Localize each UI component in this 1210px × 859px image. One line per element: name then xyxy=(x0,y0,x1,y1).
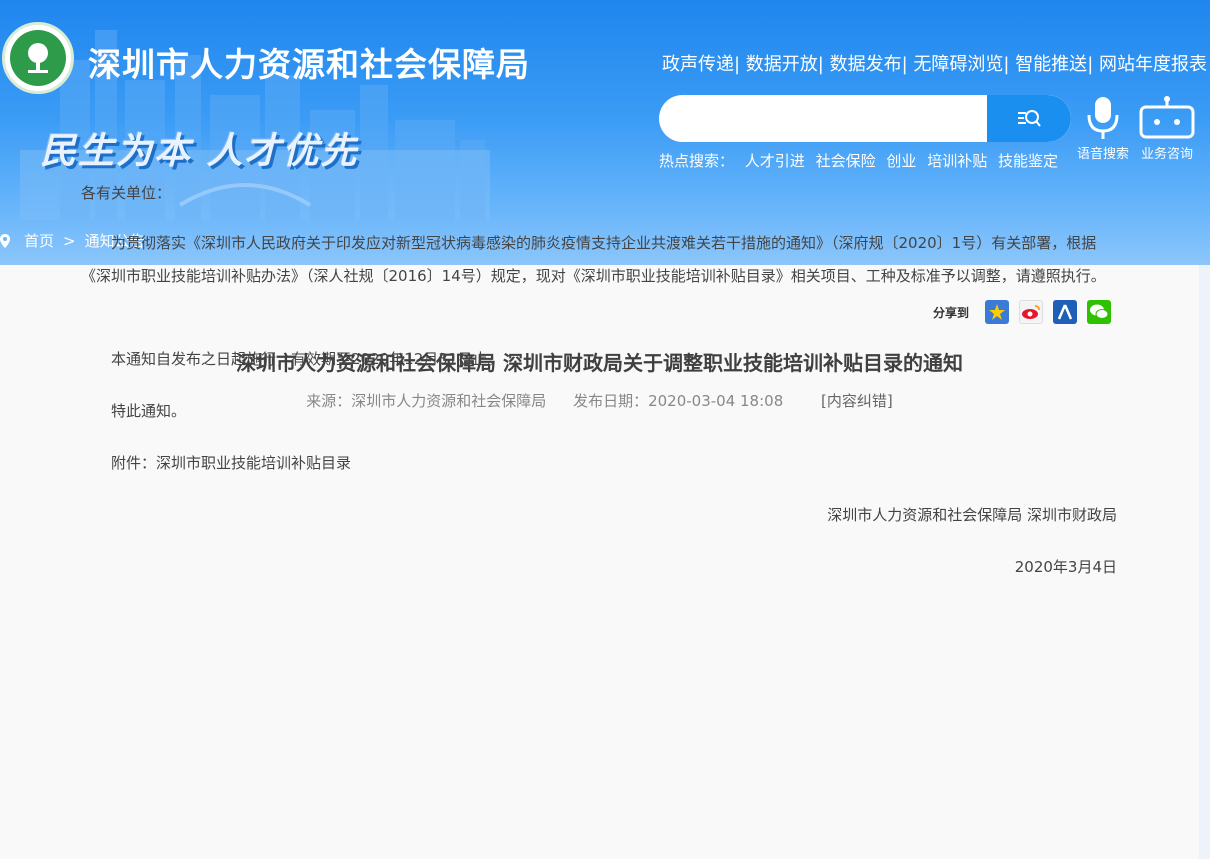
search-icon xyxy=(1018,109,1041,127)
robot-icon xyxy=(1135,93,1199,143)
nav-link-accessibility[interactable]: 无障碍浏览 xyxy=(913,54,1003,75)
nav-link-smart-push[interactable]: 智能推送 xyxy=(1015,54,1087,75)
hot-term-insurance[interactable]: 社会保险 xyxy=(816,152,876,170)
signature: 深圳市人力资源和社会保障局 深圳市财政局 xyxy=(827,506,1117,524)
nav-link-annual-report[interactable]: 网站年度报表 xyxy=(1099,54,1207,75)
microphone-icon xyxy=(1071,93,1135,143)
tree-icon xyxy=(10,30,66,86)
search-input[interactable] xyxy=(659,95,989,142)
search-bar xyxy=(659,95,1071,142)
hot-term-startup[interactable]: 创业 xyxy=(886,152,916,170)
attachment-link[interactable]: 附件：深圳市职业技能培训补贴目录 xyxy=(81,447,1117,480)
location-pin-icon xyxy=(0,233,10,248)
top-nav-links: 政声传递| 数据开放| 数据发布| 无障碍浏览| 智能推送| 网站年度报表 xyxy=(662,54,1207,75)
consult-button[interactable]: 业务咨询 xyxy=(1135,93,1199,162)
hot-search-label: 热点搜索： xyxy=(659,152,735,170)
wechat-icon[interactable] xyxy=(1087,300,1111,324)
weibo-icon[interactable] xyxy=(1019,300,1043,324)
site-title: 深圳市人力资源和社会保障局 xyxy=(88,45,530,84)
slogan: 民生为本 人才优先 xyxy=(40,130,359,172)
share-bar: 分享到 xyxy=(933,300,1111,324)
salutation: 各有关单位： xyxy=(81,184,172,202)
share-label: 分享到 xyxy=(932,305,969,320)
paragraph-validity: 本通知自发布之日起施行，有效期至2020年12月31日止。 xyxy=(111,350,503,368)
bureau-logo[interactable] xyxy=(2,22,74,94)
voice-search-label: 语音搜索 xyxy=(1076,147,1129,162)
consult-label: 业务咨询 xyxy=(1140,147,1193,162)
breadcrumb-home[interactable]: 首页 xyxy=(24,230,54,251)
sign-date: 2020年3月4日 xyxy=(1014,558,1117,576)
breadcrumb-separator: > xyxy=(63,231,76,250)
nav-link-policy[interactable]: 政声传递 xyxy=(662,54,734,75)
hot-term-skills[interactable]: 技能鉴定 xyxy=(998,152,1058,170)
qzone-icon[interactable] xyxy=(985,300,1009,324)
paragraph-closing: 特此通知。 xyxy=(111,402,187,420)
paragraph-main: 为贯彻落实《深圳市人民政府关于印发应对新型冠状病毒感染的肺炎疫情支持企业共渡难关… xyxy=(81,234,1106,285)
renren-icon[interactable] xyxy=(1053,300,1077,324)
voice-search-button[interactable]: 语音搜索 xyxy=(1071,93,1135,162)
hot-term-training[interactable]: 培训补贴 xyxy=(927,152,987,170)
hot-term-talent[interactable]: 人才引进 xyxy=(745,152,805,170)
nav-link-open-data[interactable]: 数据开放 xyxy=(746,54,818,75)
nav-link-data-release[interactable]: 数据发布 xyxy=(830,54,902,75)
search-button[interactable] xyxy=(987,95,1071,142)
hot-search: 热点搜索： 人才引进 社会保险 创业 培训补贴 技能鉴定 xyxy=(659,150,1064,171)
site-header: 深圳市人力资源和社会保障局 民生为本 人才优先 政声传递| 数据开放| 数据发布… xyxy=(0,0,1210,265)
